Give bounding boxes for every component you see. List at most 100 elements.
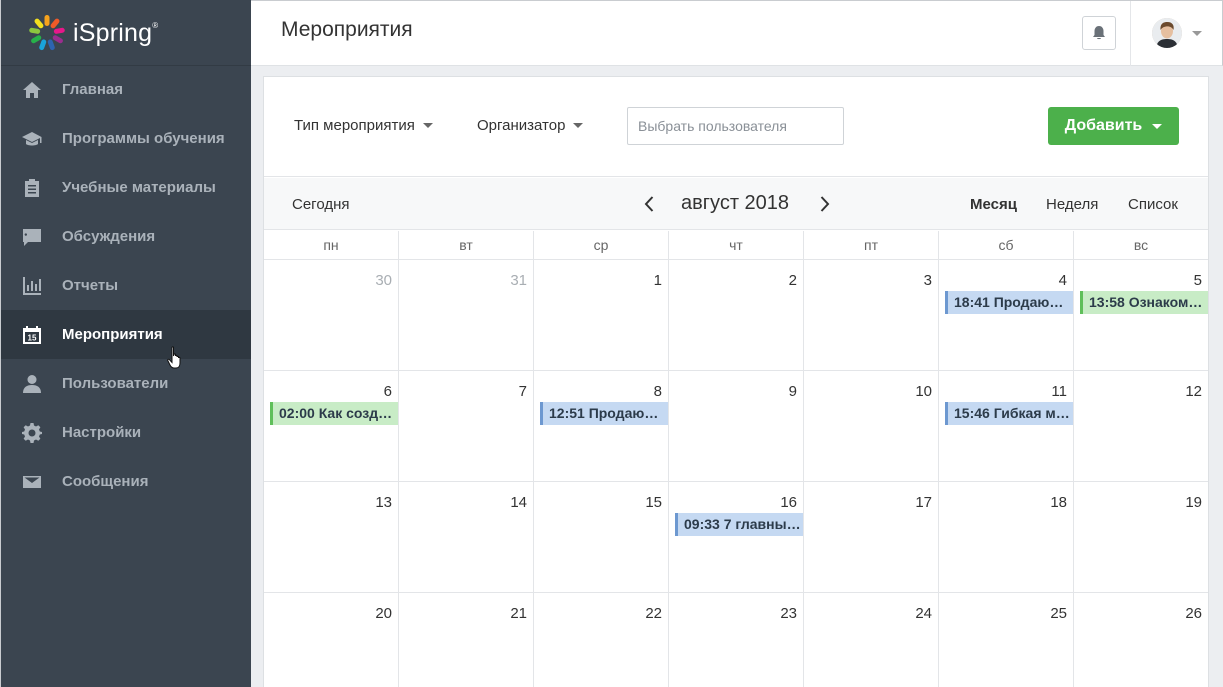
- notifications-button[interactable]: [1082, 16, 1116, 50]
- day-number[interactable]: 20: [375, 605, 392, 622]
- day-number[interactable]: 2: [789, 272, 797, 289]
- calendar-day-cell[interactable]: 30: [264, 260, 399, 370]
- calendar-day-cell[interactable]: 1: [534, 260, 669, 370]
- calendar-day-cell[interactable]: 8 12:51 Продающие...: [534, 371, 669, 481]
- calendar-day-cell[interactable]: 7: [399, 371, 534, 481]
- sidebar-nav: Главная Программы обучения Учебные матер…: [1, 65, 251, 506]
- sidebar-item-reports[interactable]: Отчеты: [1, 261, 251, 310]
- calendar-day-cell[interactable]: 24: [804, 593, 939, 687]
- calendar-day-cell[interactable]: 31: [399, 260, 534, 370]
- avatar[interactable]: [1152, 18, 1182, 48]
- organizer-dropdown[interactable]: Организатор: [477, 117, 584, 134]
- sidebar-item-programs[interactable]: Программы обучения: [1, 114, 251, 163]
- day-number[interactable]: 18: [1050, 494, 1067, 511]
- calendar-day-cell[interactable]: 9: [669, 371, 804, 481]
- calendar-event[interactable]: 12:51 Продающие...: [540, 402, 668, 425]
- calendar-week-row: 13 14 15 16 09:33 7 главных... 17 18 19: [264, 482, 1208, 593]
- day-number[interactable]: 23: [780, 605, 797, 622]
- calendar-day-cell[interactable]: 6 02:00 Как создать...: [264, 371, 399, 481]
- day-number[interactable]: 1: [654, 272, 662, 289]
- sidebar-item-discussions[interactable]: Обсуждения: [1, 212, 251, 261]
- weekday-header: пн вт ср чт пт сб вс: [264, 231, 1208, 260]
- calendar-day-cell[interactable]: 13: [264, 482, 399, 592]
- sidebar-item-label: Обсуждения: [62, 228, 156, 245]
- chevron-down-icon: [1152, 123, 1163, 129]
- calendar-day-cell[interactable]: 3: [804, 260, 939, 370]
- calendar-event[interactable]: 02:00 Как создать...: [270, 402, 398, 425]
- calendar-day-cell[interactable]: 21: [399, 593, 534, 687]
- prev-month-button[interactable]: [641, 195, 659, 213]
- sidebar-item-materials[interactable]: Учебные материалы: [1, 163, 251, 212]
- calendar-day-cell[interactable]: 18: [939, 482, 1074, 592]
- day-number[interactable]: 22: [645, 605, 662, 622]
- add-button[interactable]: Добавить: [1048, 107, 1179, 145]
- calendar-day-cell[interactable]: 2: [669, 260, 804, 370]
- day-number[interactable]: 6: [384, 383, 392, 400]
- day-number[interactable]: 25: [1050, 605, 1067, 622]
- day-number[interactable]: 30: [375, 272, 392, 289]
- event-type-dropdown[interactable]: Тип мероприятия: [294, 117, 433, 134]
- day-number[interactable]: 21: [510, 605, 527, 622]
- day-number[interactable]: 19: [1185, 494, 1202, 511]
- day-number[interactable]: 7: [519, 383, 527, 400]
- calendar-day-cell[interactable]: 22: [534, 593, 669, 687]
- day-number[interactable]: 16: [780, 494, 797, 511]
- brand-logo[interactable]: iSpring®: [27, 13, 158, 53]
- day-number[interactable]: 15: [645, 494, 662, 511]
- sidebar: iSpring® Главная Программы обучения Учеб…: [0, 0, 251, 687]
- day-number[interactable]: 8: [654, 383, 662, 400]
- sidebar-item-home[interactable]: Главная: [1, 65, 251, 114]
- day-number[interactable]: 26: [1185, 605, 1202, 622]
- calendar-day-cell[interactable]: 11 15:46 Гибкая методология...: [939, 371, 1074, 481]
- sidebar-item-events[interactable]: 15 Мероприятия: [1, 310, 251, 359]
- calendar-event[interactable]: 09:33 7 главных...: [675, 513, 803, 536]
- view-week-button[interactable]: Неделя: [1046, 196, 1098, 213]
- day-number[interactable]: 10: [915, 383, 932, 400]
- calendar-day-cell[interactable]: 25: [939, 593, 1074, 687]
- calendar-day-cell[interactable]: 16 09:33 7 главных...: [669, 482, 804, 592]
- today-button[interactable]: Сегодня: [292, 196, 350, 213]
- calendar-event[interactable]: 15:46 Гибкая методология...: [945, 402, 1073, 425]
- weekday-label: вс: [1133, 237, 1149, 253]
- day-number[interactable]: 24: [915, 605, 932, 622]
- sidebar-item-settings[interactable]: Настройки: [1, 408, 251, 457]
- sidebar-item-users[interactable]: Пользователи: [1, 359, 251, 408]
- day-number[interactable]: 17: [915, 494, 932, 511]
- day-number[interactable]: 12: [1185, 383, 1202, 400]
- weekday-label: ср: [534, 231, 669, 259]
- calendar-day-cell[interactable]: 12: [1074, 371, 1208, 481]
- view-month-button[interactable]: Месяц: [970, 196, 1017, 213]
- day-number[interactable]: 5: [1194, 272, 1202, 289]
- user-select-input[interactable]: [627, 107, 844, 145]
- calendar-event[interactable]: 18:41 Продающие...: [945, 291, 1073, 314]
- calendar-day-cell[interactable]: 14: [399, 482, 534, 592]
- view-list-button[interactable]: Список: [1128, 196, 1178, 213]
- day-number[interactable]: 11: [1051, 383, 1067, 400]
- user-icon: [21, 373, 43, 395]
- day-number[interactable]: 13: [375, 494, 392, 511]
- calendar-day-cell[interactable]: 23: [669, 593, 804, 687]
- month-label: август 2018: [681, 192, 790, 214]
- day-number[interactable]: 4: [1059, 272, 1067, 289]
- day-number[interactable]: 3: [924, 272, 932, 289]
- calendar-day-cell[interactable]: 20: [264, 593, 399, 687]
- next-month-button[interactable]: [815, 195, 833, 213]
- day-number[interactable]: 9: [789, 383, 797, 400]
- calendar-day-cell[interactable]: 17: [804, 482, 939, 592]
- calendar-day-cell[interactable]: 5 13:58 Ознакомление...: [1074, 260, 1208, 370]
- calendar-week-row: 20 21 22 23 24 25 26: [264, 593, 1208, 687]
- calendar-grid: 3031123418:41 Продающие...513:58 Ознаком…: [264, 260, 1208, 687]
- sidebar-item-label: Отчеты: [62, 277, 119, 294]
- add-button-label: Добавить: [1064, 117, 1143, 134]
- calendar-event[interactable]: 13:58 Ознакомление...: [1080, 291, 1208, 314]
- sidebar-item-messages[interactable]: Сообщения: [1, 457, 251, 506]
- day-number[interactable]: 14: [510, 494, 527, 511]
- calendar-day-cell[interactable]: 19: [1074, 482, 1208, 592]
- account-menu-caret-icon[interactable]: [1192, 31, 1202, 36]
- calendar-day-cell[interactable]: 4 18:41 Продающие...: [939, 260, 1074, 370]
- clipboard-icon: [21, 177, 43, 199]
- day-number[interactable]: 31: [510, 272, 527, 289]
- calendar-day-cell[interactable]: 15: [534, 482, 669, 592]
- calendar-day-cell[interactable]: 26: [1074, 593, 1208, 687]
- calendar-day-cell[interactable]: 10: [804, 371, 939, 481]
